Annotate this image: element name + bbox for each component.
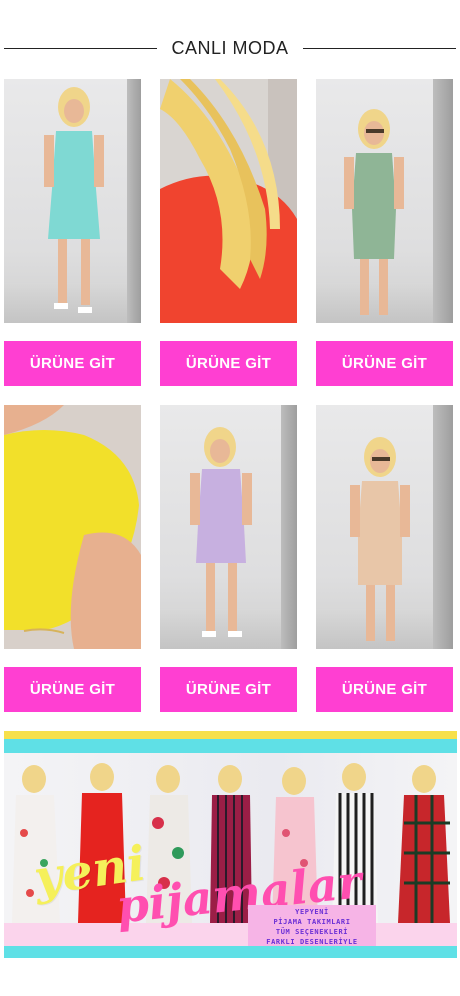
dress-sage-icon <box>344 109 404 315</box>
product-card: ÜRÜNE GİT <box>160 405 297 712</box>
dress-yellow-closeup-icon <box>4 405 141 649</box>
go-to-product-button[interactable]: ÜRÜNE GİT <box>316 667 453 712</box>
section-title: CANLI MODA <box>163 37 297 59</box>
banner-stripe-cyan-bottom <box>4 946 457 958</box>
dress-mint-icon <box>44 87 104 313</box>
banner-promo-box: YEPYENİ PİJAMA TAKIMLARI TÜM SEÇENEKLERİ… <box>248 905 376 949</box>
product-card: ÜRÜNE GİT <box>160 79 297 386</box>
product-photo[interactable] <box>316 79 453 323</box>
go-to-product-button[interactable]: ÜRÜNE GİT <box>160 341 297 386</box>
banner-stripe-cyan <box>4 739 457 753</box>
promo-line: YEPYENİ <box>295 908 329 916</box>
dress-beige-icon <box>350 437 410 641</box>
banner-stripe-yellow <box>4 731 457 739</box>
go-to-product-button[interactable]: ÜRÜNE GİT <box>316 341 453 386</box>
divider-line-right <box>303 48 456 49</box>
product-card: ÜRÜNE GİT <box>316 405 453 712</box>
product-photo[interactable] <box>316 405 453 649</box>
promo-line: FARKLI DESENLERİYLE <box>266 938 358 946</box>
go-to-product-button[interactable]: ÜRÜNE GİT <box>160 667 297 712</box>
pajama-promo-banner[interactable]: yeni pijamalar YEPYENİ PİJAMA TAKIMLARI … <box>4 731 457 958</box>
go-to-product-button[interactable]: ÜRÜNE GİT <box>4 667 141 712</box>
promo-line: PİJAMA TAKIMLARI <box>273 918 351 926</box>
product-photo[interactable] <box>4 405 141 649</box>
promo-line: TÜM SEÇENEKLERİ <box>275 928 349 936</box>
product-photo[interactable] <box>160 405 297 649</box>
product-photo[interactable] <box>4 79 141 323</box>
divider-line-left <box>4 48 157 49</box>
product-photo[interactable] <box>160 79 297 323</box>
product-card: ÜRÜNE GİT <box>316 79 453 386</box>
dress-red-closeup-icon <box>160 79 297 323</box>
product-card: ÜRÜNE GİT <box>4 79 141 386</box>
section-header: CANLI MODA <box>0 36 460 60</box>
go-to-product-button[interactable]: ÜRÜNE GİT <box>4 341 141 386</box>
dress-lilac-icon <box>190 427 252 637</box>
product-card: ÜRÜNE GİT <box>4 405 141 712</box>
